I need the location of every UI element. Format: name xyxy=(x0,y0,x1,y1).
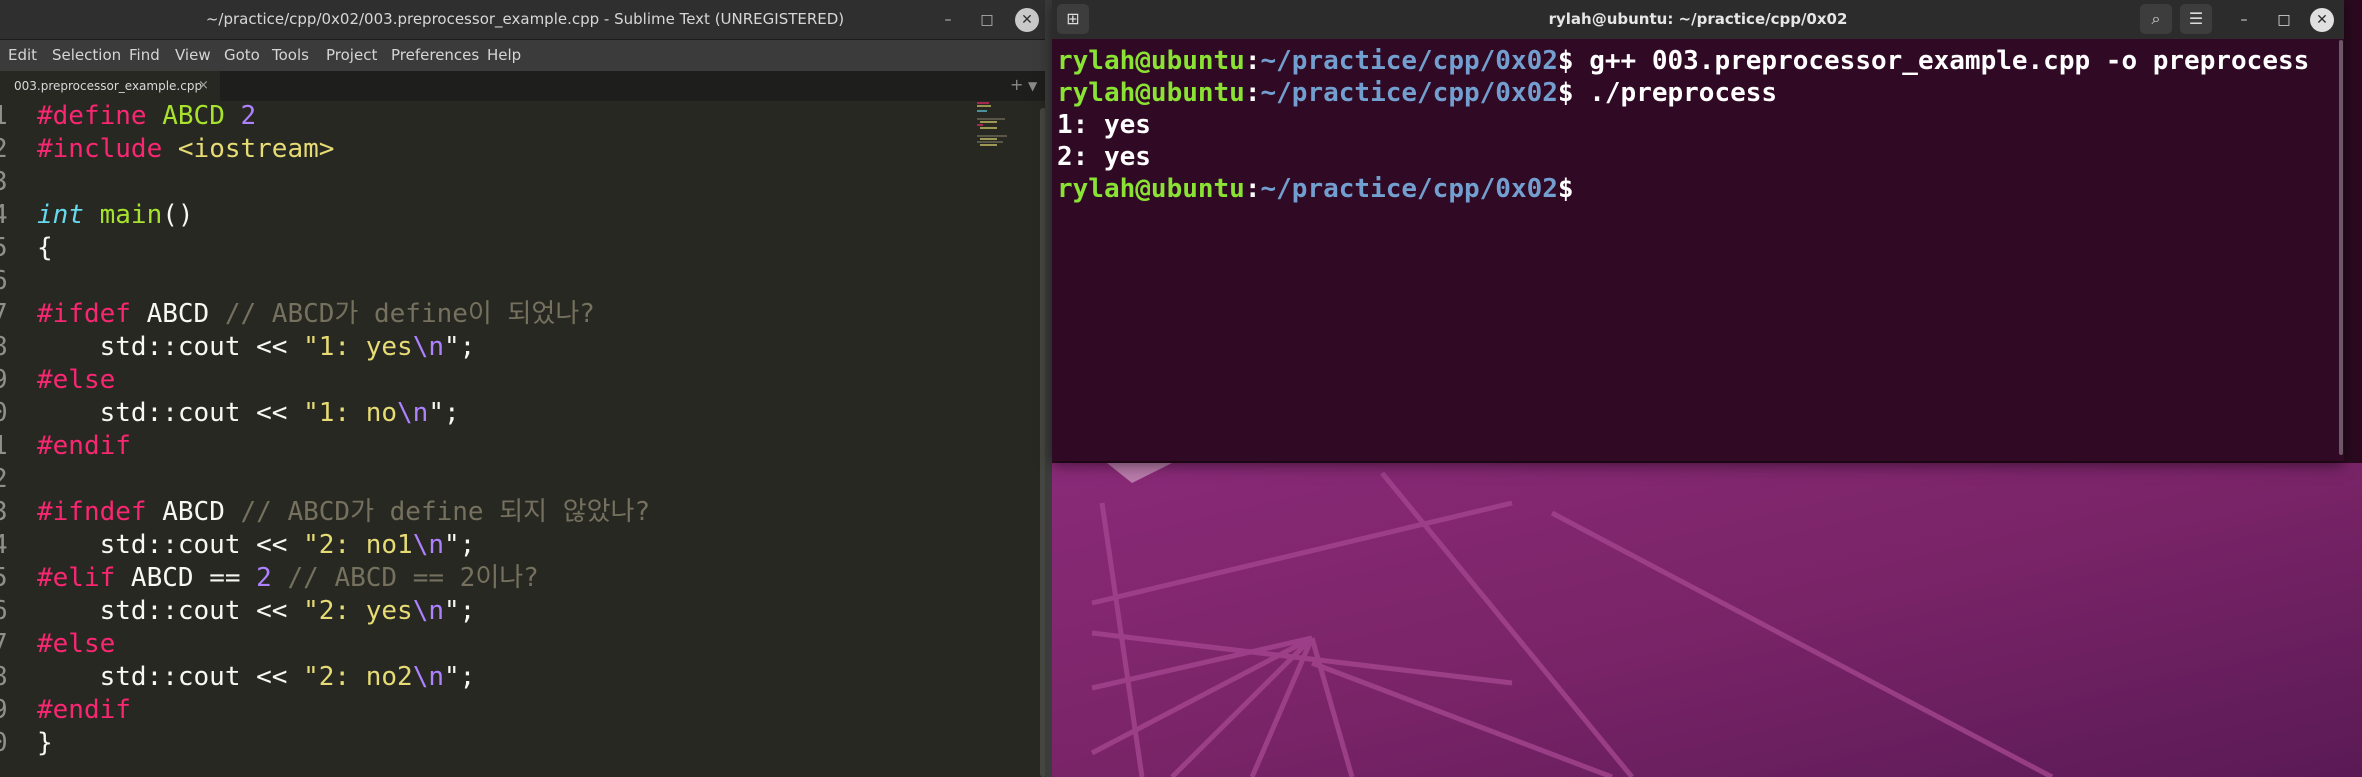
terminal-line: rylah@ubuntu:~/practice/cpp/0x02$ ./prep… xyxy=(1057,78,1778,108)
menu-selection[interactable]: Selection xyxy=(52,40,121,71)
terminal-scrollbar[interactable] xyxy=(2339,40,2343,455)
terminal-window: ⊞ rylah@ubuntu: ~/practice/cpp/0x02 ⌕ ☰ … xyxy=(1052,0,2344,461)
tab-close-icon[interactable]: × xyxy=(198,71,209,101)
menu-help[interactable]: Help xyxy=(487,40,521,71)
title-bar: ~/practice/cpp/0x02/003.preprocessor_exa… xyxy=(0,0,1050,40)
menu-preferences[interactable]: Preferences xyxy=(391,40,479,71)
line-number: 1 xyxy=(0,100,14,133)
terminal-title-bar: ⊞ rylah@ubuntu: ~/practice/cpp/0x02 ⌕ ☰ … xyxy=(1052,0,2344,39)
line-number: 2 xyxy=(0,133,14,166)
menu-edit[interactable]: Edit xyxy=(8,40,37,71)
close-button[interactable]: ✕ xyxy=(2310,8,2334,32)
tab-bar: 003.preprocessor_example.cpp × + ▼ xyxy=(0,71,1050,101)
menu-bar: Edit Selection Find View Goto Tools Proj… xyxy=(0,40,1050,71)
window-title: ~/practice/cpp/0x02/003.preprocessor_exa… xyxy=(205,10,845,28)
terminal-output: 1: yes xyxy=(1057,110,1151,140)
sublime-text-window: ~/practice/cpp/0x02/003.preprocessor_exa… xyxy=(0,0,1050,777)
file-tab[interactable]: 003.preprocessor_example.cpp × xyxy=(0,71,220,101)
close-button[interactable]: ✕ xyxy=(1015,8,1039,32)
menu-find[interactable]: Find xyxy=(129,40,160,71)
tab-label: 003.preprocessor_example.cpp xyxy=(14,79,203,93)
minimize-button[interactable]: – xyxy=(936,8,960,32)
hamburger-menu-icon[interactable]: ☰ xyxy=(2180,4,2212,34)
desktop-wallpaper xyxy=(1052,463,2362,777)
maximize-button[interactable]: □ xyxy=(975,8,999,32)
minimap[interactable] xyxy=(975,100,1015,150)
code-editor[interactable]: 1#define ABCD 2 2#include <iostream> 3 4… xyxy=(0,100,1050,777)
terminal-output: 2: yes xyxy=(1057,142,1151,172)
menu-goto[interactable]: Goto xyxy=(224,40,260,71)
terminal-line: rylah@ubuntu:~/practice/cpp/0x02$ g++ 00… xyxy=(1057,46,2310,76)
tab-dropdown-icon[interactable]: ▼ xyxy=(1028,79,1037,93)
menu-view[interactable]: View xyxy=(175,40,211,71)
window-divider xyxy=(1045,0,1052,777)
search-icon[interactable]: ⌕ xyxy=(2140,4,2172,34)
menu-tools[interactable]: Tools xyxy=(272,40,309,71)
maximize-button[interactable]: □ xyxy=(2272,8,2296,32)
minimize-button[interactable]: – xyxy=(2232,8,2256,32)
terminal-prompt[interactable]: rylah@ubuntu:~/practice/cpp/0x02$ xyxy=(1057,173,1574,205)
new-tab-icon[interactable]: + xyxy=(1010,75,1023,94)
menu-project[interactable]: Project xyxy=(326,40,377,71)
